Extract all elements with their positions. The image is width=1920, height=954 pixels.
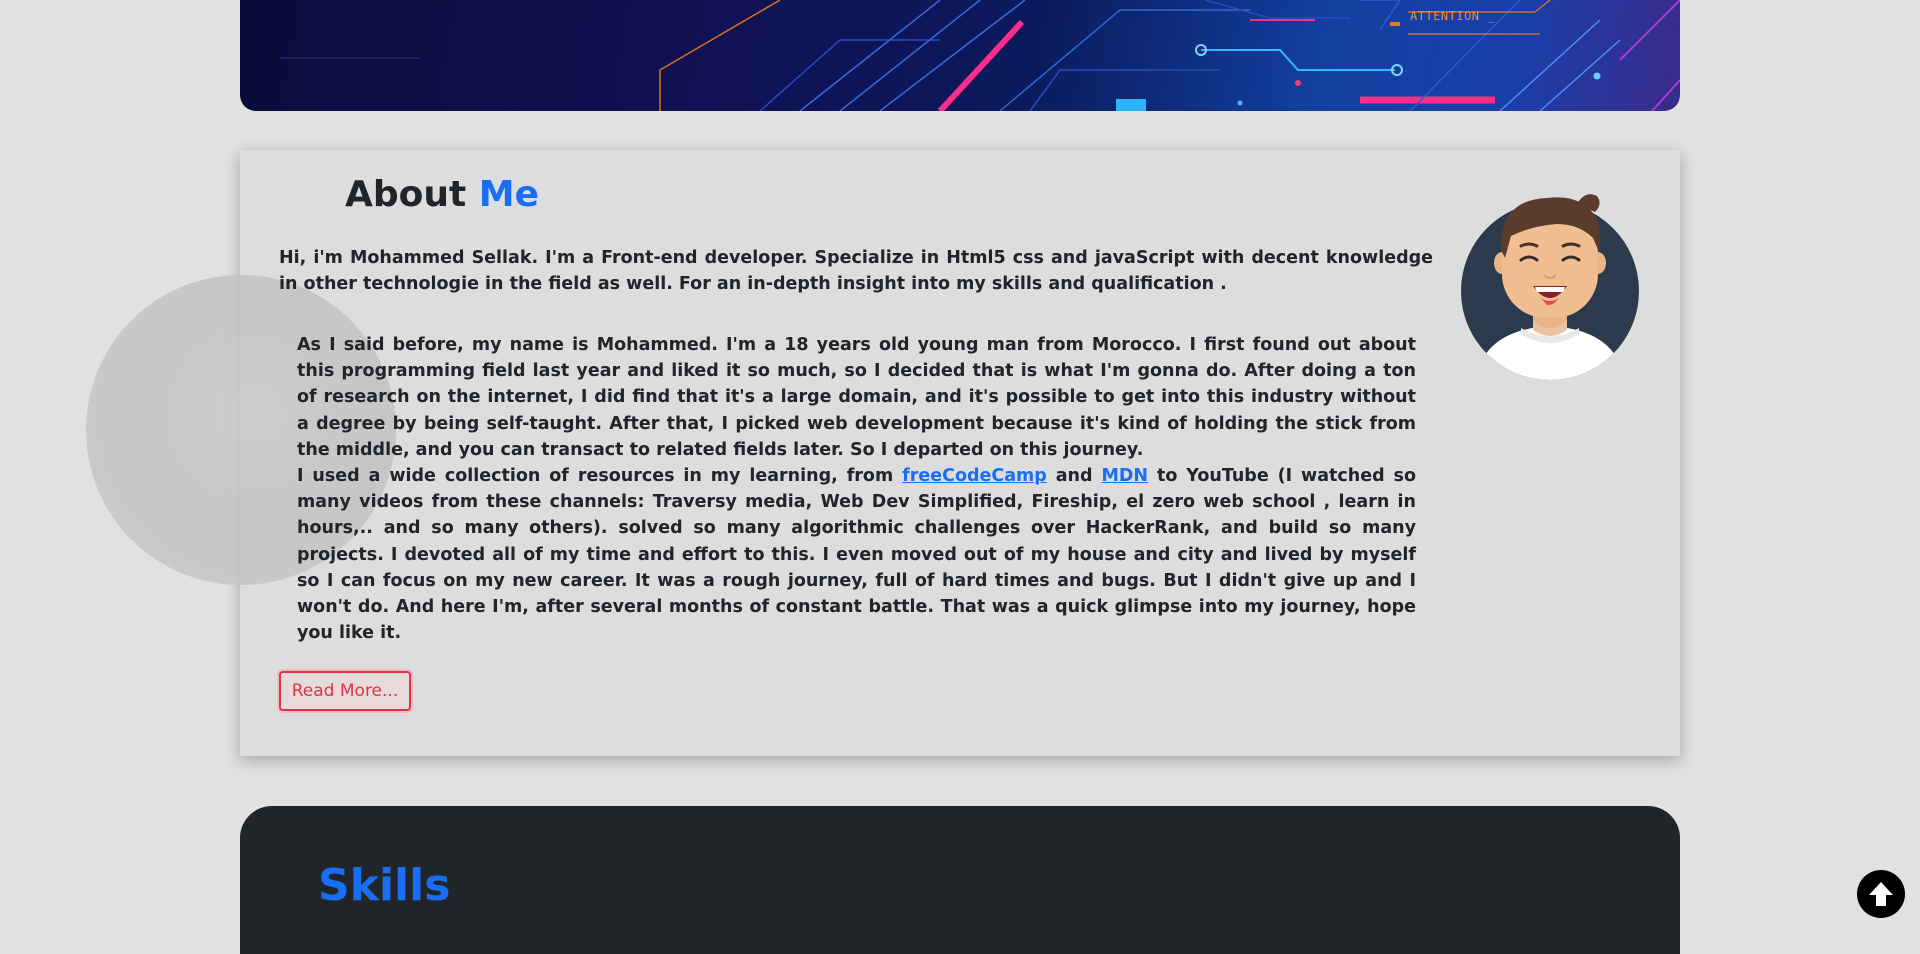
hero-banner: ATTENTION _	[240, 0, 1680, 111]
freecodecamp-link[interactable]: freeCodeCamp	[902, 466, 1047, 486]
skills-section: Skills	[240, 806, 1680, 954]
read-more-button[interactable]: Read More...	[279, 671, 411, 711]
about-section: About Me Hi, i'm Mohammed Sellak. I'm a …	[86, 150, 1680, 756]
mdn-link[interactable]: MDN	[1101, 466, 1148, 486]
story-paragraph-2: I used a wide collection of resources in…	[297, 463, 1416, 646]
about-title-prefix: About	[345, 174, 467, 215]
skills-title: Skills	[318, 860, 451, 911]
back-to-top-button[interactable]	[1857, 870, 1905, 918]
attention-badge: ATTENTION _	[1410, 9, 1495, 23]
story-text-start: I used a wide collection of resources in…	[297, 466, 903, 487]
about-story: As I said before, my name is Mohammed. I…	[297, 332, 1416, 646]
story-text-end: to YouTube (I watched so many videos fro…	[297, 466, 1416, 644]
about-intro-text: Hi, i'm Mohammed Sellak. I'm a Front-end…	[279, 248, 1433, 294]
avatar	[1461, 194, 1639, 380]
about-title-accent: Me	[478, 174, 539, 215]
page: ATTENTION _ About Me Hi, i'm Mohammed Se…	[0, 0, 1920, 954]
story-text-and: and	[1046, 466, 1102, 487]
about-title: About Me	[345, 174, 539, 215]
story-paragraph-1: As I said before, my name is Mohammed. I…	[297, 335, 1416, 460]
arrow-up-icon	[1869, 882, 1893, 906]
